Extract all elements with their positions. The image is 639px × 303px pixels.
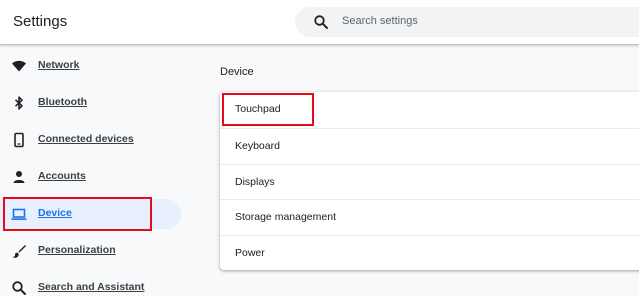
wifi-icon (11, 58, 27, 74)
sidebar-item-connected-devices[interactable]: Connected devices (0, 125, 181, 155)
sidebar-item-label: Connected devices (38, 133, 134, 145)
row-label: Keyboard (235, 140, 280, 152)
search-icon (11, 280, 27, 296)
sidebar-item-label: Device (38, 207, 72, 219)
row-displays[interactable]: Displays (220, 164, 639, 200)
phone-icon (11, 132, 27, 148)
sidebar-item-bluetooth[interactable]: Bluetooth (0, 88, 181, 118)
app-title: Settings (13, 13, 68, 30)
laptop-icon (11, 206, 27, 222)
sidebar-item-label: Personalization (38, 244, 116, 256)
sidebar-item-label: Bluetooth (38, 96, 87, 108)
row-power[interactable]: Power (220, 235, 639, 271)
person-icon (11, 169, 27, 185)
search-placeholder: Search settings (342, 15, 418, 27)
row-label: Displays (235, 176, 275, 188)
sidebar-item-accounts[interactable]: Accounts (0, 162, 181, 192)
search-icon (313, 14, 329, 30)
sidebar-item-search-and-assistant[interactable]: Search and Assistant (0, 273, 181, 303)
row-touchpad[interactable]: Touchpad (220, 92, 639, 128)
row-storage-management[interactable]: Storage management (220, 199, 639, 235)
sidebar-item-personalization[interactable]: Personalization (0, 236, 181, 266)
row-label: Power (235, 247, 265, 259)
sidebar-item-label: Search and Assistant (38, 281, 145, 293)
section-title: Device (220, 66, 254, 78)
row-keyboard[interactable]: Keyboard (220, 128, 639, 164)
sidebar-item-device[interactable]: Device (0, 199, 181, 229)
search-input[interactable]: Search settings (295, 7, 639, 37)
sidebar-item-label: Accounts (38, 170, 86, 182)
bluetooth-icon (11, 95, 27, 111)
app-header: Settings Search settings (0, 0, 639, 44)
sidebar-item-label: Network (38, 59, 80, 71)
sidebar-item-network[interactable]: Network (0, 51, 181, 81)
row-label: Touchpad (235, 103, 281, 115)
brush-icon (11, 243, 27, 259)
device-settings-card: Touchpad Keyboard Displays Storage manag… (220, 92, 639, 270)
row-label: Storage management (235, 211, 336, 223)
